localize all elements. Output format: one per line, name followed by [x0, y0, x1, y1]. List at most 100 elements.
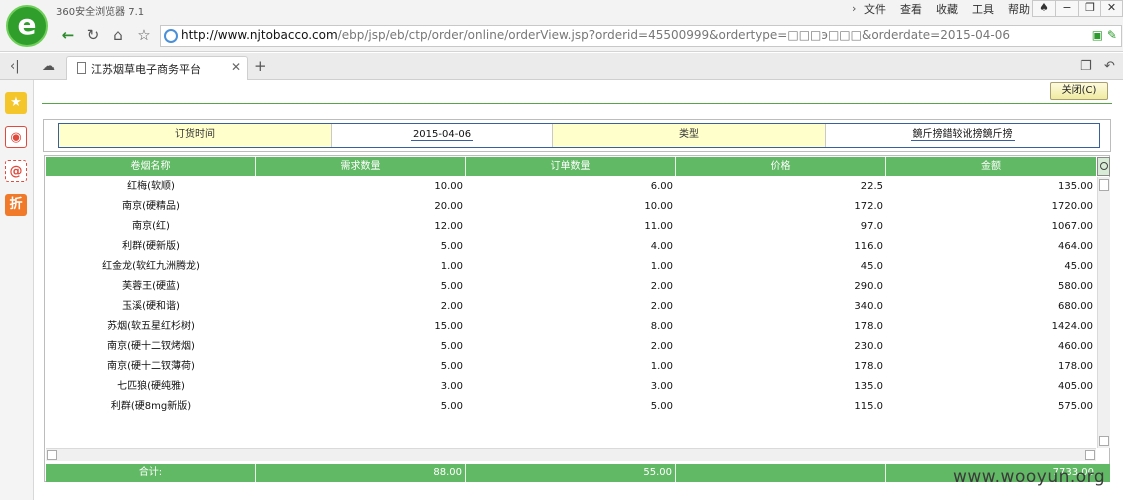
watermark: www.wooyun.org	[953, 467, 1106, 487]
cell-product-name: 芙蓉王(硬蓝)	[122, 281, 180, 292]
grid-totals-row: 合计: 88.00 55.00 7733.00	[46, 464, 1110, 482]
close-window-icon[interactable]: ✕	[1100, 0, 1123, 17]
col-header-amount[interactable]: 金额	[886, 157, 1096, 176]
cell-amount: 178.00	[1058, 361, 1093, 372]
table-row[interactable]: 利群(硬新版) 5.00 4.00 116.0 464.00	[46, 237, 1096, 257]
maximize-icon[interactable]: ❐	[1078, 0, 1102, 17]
col-header-price[interactable]: 价格	[676, 157, 886, 176]
cell-amount: 464.00	[1058, 241, 1093, 252]
order-grid: 卷烟名称 需求数量 订单数量 价格 金额 红梅(软顺) 10.00 6.00 22.5…	[44, 155, 1110, 482]
discount-icon[interactable]: 折	[5, 194, 27, 216]
totals-ordered: 55.00	[466, 464, 676, 482]
col-header-demand[interactable]: 需求数量	[256, 157, 466, 176]
table-row[interactable]: 苏烟(软五星红杉树) 15.00 8.00 178.0 1424.00	[46, 317, 1096, 337]
col-header-name[interactable]: 卷烟名称	[46, 157, 256, 176]
vertical-scrollbar[interactable]	[1097, 177, 1110, 448]
table-row[interactable]: 玉溪(硬和谐) 2.00 2.00 340.0 680.00	[46, 297, 1096, 317]
menu-file[interactable]: 文件	[864, 1, 886, 17]
menu-bar: 文件 查看 收藏 工具 帮助	[864, 1, 1030, 17]
cell-order-qty: 8.00	[650, 321, 673, 332]
cell-amount: 1720.00	[1051, 201, 1093, 212]
cell-demand-qty: 5.00	[440, 361, 463, 372]
browser-logo: e	[6, 5, 48, 47]
cell-price: 135.0	[854, 381, 883, 392]
cell-price: 22.5	[860, 181, 883, 192]
table-row[interactable]: 芙蓉王(硬蓝) 5.00 2.00 290.0 580.00	[46, 277, 1096, 297]
cell-amount: 580.00	[1058, 281, 1093, 292]
close-button[interactable]: 关闭(C)	[1050, 82, 1108, 100]
cell-demand-qty: 12.00	[434, 221, 463, 232]
app-title: 360安全浏览器 7.1	[56, 7, 145, 18]
cell-order-qty: 11.00	[644, 221, 673, 232]
home-icon[interactable]: ⌂	[109, 26, 127, 44]
col-header-ordered[interactable]: 订单数量	[466, 157, 676, 176]
totals-label: 合计:	[46, 464, 256, 482]
cell-demand-qty: 3.00	[440, 381, 463, 392]
totals-demand: 88.00	[256, 464, 466, 482]
table-row[interactable]: 七匹狼(硬纯雅) 3.00 3.00 135.0 405.00	[46, 377, 1096, 397]
cell-price: 340.0	[854, 301, 883, 312]
scroll-thumb[interactable]	[1099, 179, 1109, 191]
cell-product-name: 红金龙(软红九洲腾龙)	[102, 261, 200, 272]
back-icon[interactable]: ←	[59, 26, 77, 44]
cell-price: 172.0	[854, 201, 883, 212]
tab-title: 江苏烟草电子商务平台	[91, 63, 201, 76]
undo-close-icon[interactable]: ↶	[1104, 59, 1115, 74]
cell-order-qty: 3.00	[650, 381, 673, 392]
cell-order-qty: 2.00	[650, 301, 673, 312]
horizontal-scrollbar[interactable]	[46, 448, 1096, 461]
scroll-left-icon[interactable]	[47, 450, 57, 460]
tab-bar: ‹| ☁ 江苏烟草电子商务平台 ✕ + ❐ ↶	[0, 53, 1123, 80]
cell-order-qty: 2.00	[650, 341, 673, 352]
cloud-icon[interactable]: ☁	[42, 59, 55, 74]
cell-price: 178.0	[854, 361, 883, 372]
cell-demand-qty: 5.00	[440, 341, 463, 352]
sidebar-toggle-icon[interactable]: ‹|	[10, 59, 20, 74]
restore-tabs-icon[interactable]: ❐	[1080, 59, 1092, 74]
cell-product-name: 南京(硬十二钗烤烟)	[107, 341, 195, 352]
new-tab-icon[interactable]: +	[254, 57, 267, 75]
menu-tools[interactable]: 工具	[972, 1, 994, 17]
logo-e-icon: e	[17, 8, 37, 41]
table-row[interactable]: 红金龙(软红九洲腾龙) 1.00 1.00 45.0 45.00	[46, 257, 1096, 277]
cell-demand-qty: 20.00	[434, 201, 463, 212]
cell-amount: 405.00	[1058, 381, 1093, 392]
table-row[interactable]: 利群(硬8mg新版) 5.00 5.00 115.0 575.00	[46, 397, 1096, 417]
grid-header: 卷烟名称 需求数量 订单数量 价格 金额	[46, 157, 1096, 176]
weibo-icon[interactable]: ◉	[5, 126, 27, 148]
table-row[interactable]: 南京(红) 12.00 11.00 97.0 1067.00	[46, 217, 1096, 237]
table-row[interactable]: 南京(硬十二钗烤烟) 5.00 2.00 230.0 460.00	[46, 337, 1096, 357]
chevron-right-icon[interactable]: ›	[852, 2, 856, 15]
totals-price	[676, 464, 886, 482]
cell-amount: 680.00	[1058, 301, 1093, 312]
minimize-icon[interactable]: −	[1055, 0, 1079, 17]
cell-order-qty: 1.00	[650, 261, 673, 272]
tab-active[interactable]: 江苏烟草电子商务平台 ✕	[66, 56, 248, 80]
order-info-panel: 订货时间 2015-04-06 类型 鏡斤搒錯较讹搒鏡斤搒	[43, 119, 1111, 152]
scroll-down-icon[interactable]	[1099, 436, 1109, 446]
skin-icon[interactable]: ♠	[1032, 0, 1056, 17]
tab-close-icon[interactable]: ✕	[231, 60, 241, 74]
scroll-right-icon[interactable]	[1085, 450, 1095, 460]
mail-icon[interactable]: @	[5, 160, 27, 182]
cell-price: 97.0	[860, 221, 883, 232]
url-input[interactable]: http://www.njtobacco.com/ebp/jsp/eb/ctp/…	[160, 25, 1122, 47]
cell-price: 115.0	[854, 401, 883, 412]
refresh-icon[interactable]: ↻	[84, 26, 102, 44]
menu-help[interactable]: 帮助	[1008, 1, 1030, 17]
table-row[interactable]: 红梅(软顺) 10.00 6.00 22.5 135.00	[46, 177, 1096, 197]
menu-view[interactable]: 查看	[900, 1, 922, 17]
left-sidebar: ★ ◉ @ 折	[0, 80, 34, 500]
qr-icon[interactable]: ▣ ✎	[1092, 28, 1117, 42]
table-row[interactable]: 南京(硬精品) 20.00 10.00 172.0 1720.00	[46, 197, 1096, 217]
cell-amount: 460.00	[1058, 341, 1093, 352]
cell-product-name: 利群(硬8mg新版)	[110, 401, 192, 412]
cell-product-name: 南京(红)	[132, 221, 170, 232]
grid-options-icon[interactable]	[1097, 157, 1110, 176]
cell-demand-qty: 5.00	[440, 281, 463, 292]
table-row[interactable]: 南京(硬十二钗薄荷) 5.00 1.00 178.0 178.00	[46, 357, 1096, 377]
favorite-star-icon[interactable]: ☆	[135, 26, 153, 44]
menu-favorites[interactable]: 收藏	[936, 1, 958, 17]
favorites-star-icon[interactable]: ★	[5, 92, 27, 114]
cell-product-name: 玉溪(硬和谐)	[122, 301, 180, 312]
